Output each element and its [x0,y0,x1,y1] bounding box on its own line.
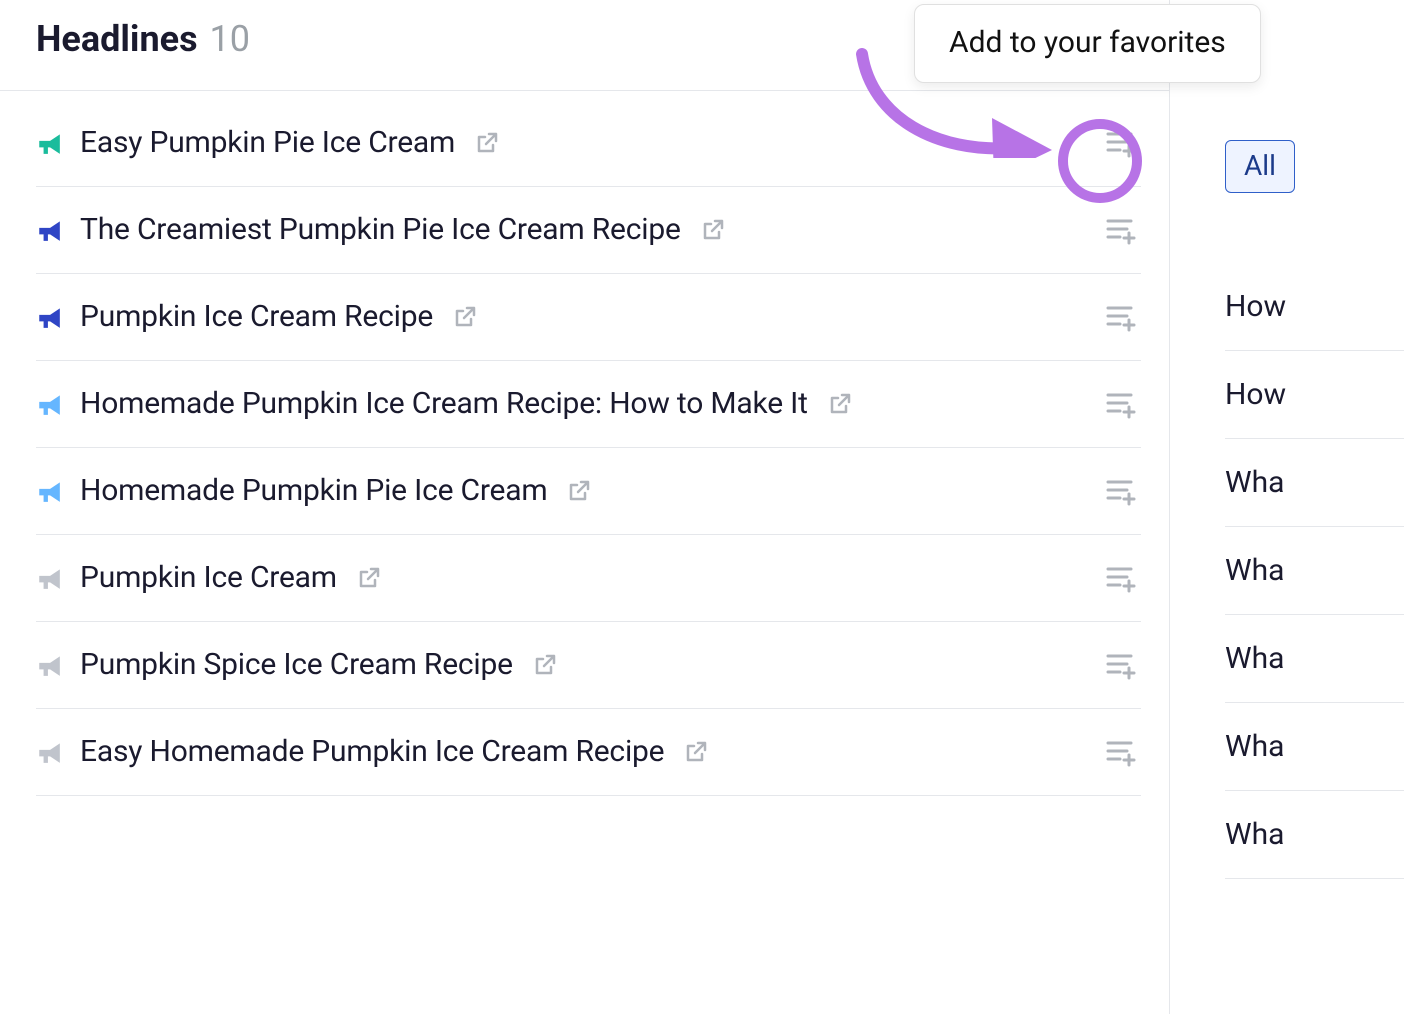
bullhorn-icon [36,565,62,591]
headline-title: Pumpkin Ice Cream [80,560,337,596]
add-favorite-icon[interactable] [1105,214,1137,246]
add-favorite-icon[interactable] [1105,475,1137,507]
add-favorite-icon[interactable] [1105,649,1137,681]
page-title: Headlines [36,18,198,60]
headline-row: Pumpkin Spice Ice Cream Recipe [36,622,1141,709]
headline-title: Easy Homemade Pumpkin Ice Cream Recipe [80,734,664,770]
bullhorn-icon [36,391,62,417]
add-favorite-icon[interactable] [1105,388,1137,420]
bullhorn-icon [36,652,62,678]
external-link-icon[interactable] [475,131,499,155]
headline-row: Easy Pumpkin Pie Ice Cream [36,117,1141,187]
bullhorn-icon [36,304,62,330]
headline-row: Easy Homemade Pumpkin Ice Cream Recipe [36,709,1141,796]
external-link-icon[interactable] [453,305,477,329]
headlines-list: Easy Pumpkin Pie Ice Cream The Creamiest … [0,91,1169,796]
headline-title: Pumpkin Spice Ice Cream Recipe [80,647,513,683]
headline-title: Easy Pumpkin Pie Ice Cream [80,125,455,161]
add-favorite-icon[interactable] [1105,301,1137,333]
headline-row: Pumpkin Ice Cream [36,535,1141,622]
add-favorite-icon[interactable] [1105,127,1137,159]
headline-row: The Creamiest Pumpkin Pie Ice Cream Reci… [36,187,1141,274]
questions-list-item[interactable]: How [1225,263,1404,351]
questions-list-item[interactable]: Wha [1225,439,1404,527]
external-link-icon[interactable] [701,218,725,242]
headline-title: The Creamiest Pumpkin Pie Ice Cream Reci… [80,212,681,248]
external-link-icon[interactable] [828,392,852,416]
external-link-icon[interactable] [533,653,557,677]
bullhorn-icon [36,478,62,504]
external-link-icon[interactable] [684,740,708,764]
headline-title: Homemade Pumpkin Pie Ice Cream [80,473,547,509]
add-favorite-icon[interactable] [1105,736,1137,768]
questions-list-item[interactable]: Wha [1225,703,1404,791]
bullhorn-icon [36,739,62,765]
headlines-count: 10 [210,18,250,60]
questions-list: HowHowWhaWhaWhaWhaWha [1225,263,1404,879]
favorites-tooltip: Add to your favorites [914,4,1261,83]
questions-list-item[interactable]: Wha [1225,615,1404,703]
questions-list-item[interactable]: Wha [1225,791,1404,879]
headline-title: Homemade Pumpkin Ice Cream Recipe: How t… [80,386,808,422]
questions-list-item[interactable]: How [1225,351,1404,439]
headline-row: Homemade Pumpkin Pie Ice Cream [36,448,1141,535]
questions-list-item[interactable]: Wha [1225,527,1404,615]
headline-title: Pumpkin Ice Cream Recipe [80,299,433,335]
tooltip-text: Add to your favorites [949,25,1226,60]
add-favorite-icon[interactable] [1105,562,1137,594]
external-link-icon[interactable] [567,479,591,503]
bullhorn-icon [36,217,62,243]
external-link-icon[interactable] [357,566,381,590]
bullhorn-icon [36,130,62,156]
headline-row: Pumpkin Ice Cream Recipe [36,274,1141,361]
filter-all-button[interactable]: All [1225,140,1295,193]
headline-row: Homemade Pumpkin Ice Cream Recipe: How t… [36,361,1141,448]
